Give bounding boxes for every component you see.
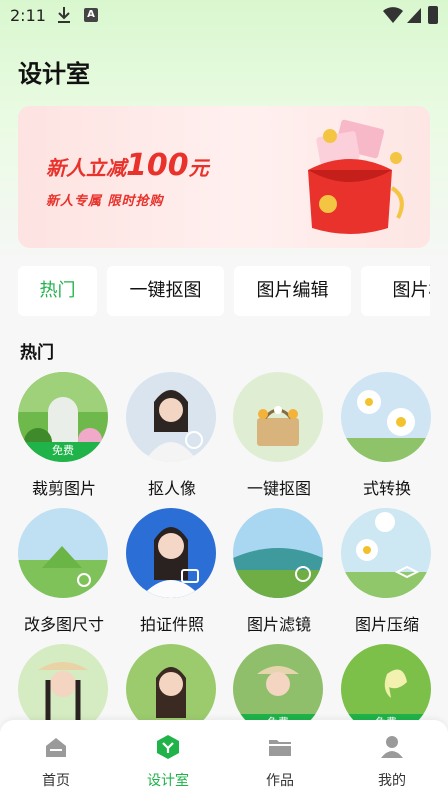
banner-subline: 新人专属 限时抢购 [46,194,164,209]
page-title: 设计室 [18,60,90,88]
tool-thumbnail: 免费 [18,372,108,462]
nav-home[interactable]: 首页 [16,734,96,790]
section-title: 热门 [20,343,54,363]
status-time: 2:11 [10,6,46,25]
tab-one-click-cutout[interactable]: 一键抠图 [107,266,224,316]
category-tabs: 热门 一键抠图 图片编辑 图片格 [18,266,430,316]
nav-profile[interactable]: 我的 [352,734,432,790]
wifi-icon [383,7,403,23]
battery-icon [428,6,438,24]
tool-label: 拍证件照 [139,615,204,634]
tab-hot[interactable]: 热门 [18,266,97,316]
tool-label: 图片滤镜 [246,615,311,634]
tool-id-photo[interactable]: 拍证件照 [126,508,218,635]
tool-one-click-cutout[interactable]: 一键抠图 [233,372,325,499]
tool-label: 改多图尺寸 [23,615,104,634]
cell-signal-icon [407,8,421,23]
bottom-nav: 首页 设计室 作品 我的 [0,720,448,797]
nav-label: 设计室 [147,773,189,789]
nav-label: 作品 [266,773,294,789]
design-icon [157,735,179,759]
tab-image-edit[interactable]: 图片编辑 [234,266,351,316]
tool-label: 图片压缩 [354,615,419,634]
banner-headline: 新人立减100元 [46,148,209,183]
nav-works[interactable]: 作品 [240,734,320,790]
status-bar: 2:11 A [0,0,448,34]
free-badge: 免费 [18,442,108,462]
tool-thumbnail [233,372,323,462]
nav-label: 首页 [42,773,70,789]
tool-portrait-cutout[interactable]: 抠人像 [126,372,218,499]
tool-thumbnail [18,508,108,598]
tool-label: 裁剪图片 [31,479,96,498]
profile-icon [381,736,403,758]
tool-thumbnail [341,508,431,598]
tool-label: 式转换 [362,479,411,498]
tool-label: 一键抠图 [246,479,311,498]
a-icon: A [84,8,98,22]
tool-format-convert[interactable]: 式转换 [341,372,433,499]
tool-label: 抠人像 [147,479,196,498]
nav-label: 我的 [378,773,406,789]
tool-thumbnail [126,508,216,598]
tool-filter[interactable]: 图片滤镜 [233,508,325,635]
nav-design[interactable]: 设计室 [128,734,208,790]
home-icon [46,738,66,757]
tool-thumbnail [341,372,431,462]
folder-icon [269,740,291,756]
tab-image-format[interactable]: 图片格 [361,266,430,316]
tool-compress[interactable]: 图片压缩 [341,508,433,635]
download-icon [58,7,70,23]
tool-thumbnail [126,372,216,462]
tool-crop-image[interactable]: 免费 裁剪图片 [18,372,110,499]
tool-thumbnail [233,508,323,598]
promo-banner[interactable]: 新人立减100元 新人专属 限时抢购 [18,106,430,248]
red-envelope-icon [308,119,404,234]
tool-resize[interactable]: 改多图尺寸 [18,508,110,635]
